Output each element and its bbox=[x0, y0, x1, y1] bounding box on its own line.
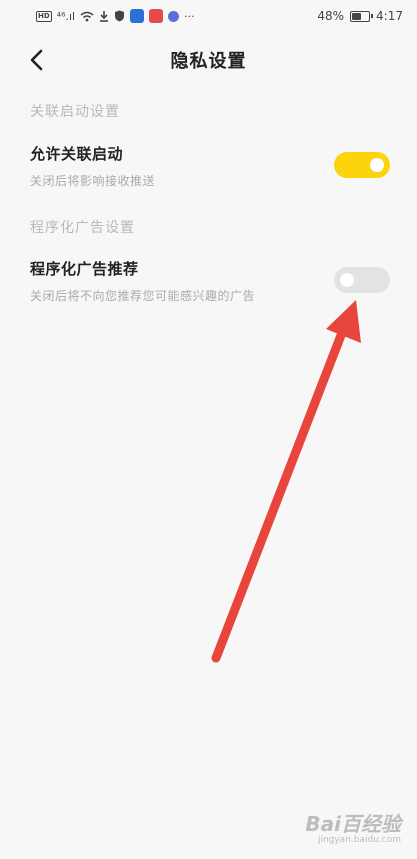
more-icon: ··· bbox=[184, 9, 195, 23]
chevron-left-icon bbox=[30, 49, 43, 71]
setting-description: 关闭后将不向您推荐您可能感兴趣的广告 bbox=[30, 289, 256, 303]
shield-icon bbox=[115, 10, 125, 22]
wifi-icon bbox=[80, 11, 94, 21]
annotation-arrow-icon bbox=[211, 300, 361, 663]
header: 隐私设置 bbox=[0, 40, 417, 80]
hd-icon: HD bbox=[36, 10, 52, 22]
setting-row-ad-recommendation: 程序化广告推荐 关闭后将不向您推荐您可能感兴趣的广告 bbox=[0, 258, 417, 314]
battery-icon bbox=[350, 10, 374, 22]
battery-level bbox=[352, 12, 361, 20]
section-title-association: 关联启动设置 bbox=[30, 104, 120, 120]
app-notification-icon bbox=[149, 9, 164, 23]
setting-title: 程序化广告推荐 bbox=[30, 260, 139, 278]
app-notification-icon bbox=[168, 10, 180, 22]
status-icons-right: 48% 4:17 bbox=[317, 9, 403, 23]
toggle-knob bbox=[340, 273, 354, 287]
status-icons-left: HD ⁴⁶.ıl ··· bbox=[36, 9, 195, 23]
watermark-logo: Bai百经验 jingyan.baidu.com bbox=[305, 808, 401, 845]
toggle-knob bbox=[370, 158, 384, 172]
status-bar: HD ⁴⁶.ıl ··· 48% 4:17 bbox=[0, 0, 417, 32]
setting-description: 关闭后将影响接收推送 bbox=[30, 174, 156, 188]
back-button[interactable] bbox=[24, 48, 50, 74]
setting-title: 允许关联启动 bbox=[30, 145, 124, 163]
page-title: 隐私设置 bbox=[170, 51, 247, 72]
ad-recommendation-toggle[interactable] bbox=[334, 267, 390, 293]
privacy-settings-screen: HD ⁴⁶.ıl ··· 48% 4:17 隐私设置 关联启动设置 允许关联启动… bbox=[0, 0, 417, 859]
watermark-text: Bai百经验 bbox=[305, 812, 401, 836]
signal-icon: ⁴⁶.ıl bbox=[56, 9, 76, 23]
clock: 4:17 bbox=[376, 9, 403, 23]
watermark-url: jingyan.baidu.com bbox=[317, 835, 401, 845]
app-notification-icon bbox=[130, 9, 145, 23]
allow-association-toggle[interactable] bbox=[334, 152, 390, 178]
section-title-ads: 程序化广告设置 bbox=[30, 220, 135, 236]
download-icon bbox=[100, 11, 109, 22]
battery-percent: 48% bbox=[317, 9, 345, 23]
setting-row-allow-association: 允许关联启动 关闭后将影响接收推送 bbox=[0, 143, 417, 199]
